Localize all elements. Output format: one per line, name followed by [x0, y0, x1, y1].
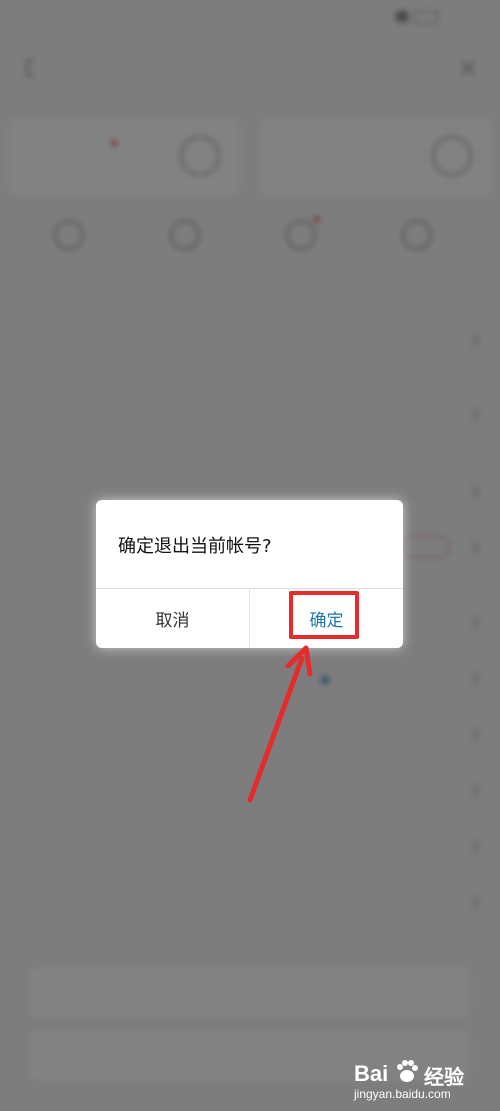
watermark-logo-text: Bai [354, 1061, 389, 1086]
baidu-jingyan-watermark: Bai 经验 jingyan.baidu.com [354, 1057, 484, 1103]
watermark-logo-suffix: 经验 [424, 1065, 464, 1089]
arrow-up-icon [247, 645, 313, 803]
dialog-title: 确定退出当前帐号? [118, 536, 272, 557]
phone-screen: 确定退出当前帐号? 取消 确定 Bai 经验 jingyan.baidu.com [0, 0, 500, 1111]
highlight-box [289, 591, 359, 639]
cancel-button[interactable]: 取消 [96, 589, 249, 648]
paw-icon [397, 1060, 418, 1082]
watermark-url: jingyan.baidu.com [354, 1087, 451, 1101]
